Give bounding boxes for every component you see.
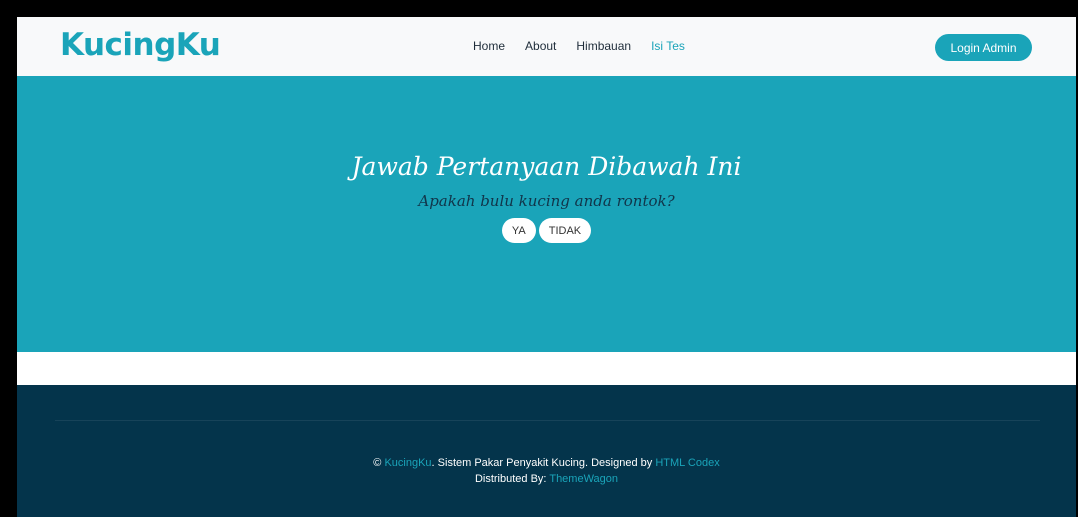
page-frame: KucingKu Home About Himbauan Isi Tes Log… [17, 17, 1076, 517]
designer-link[interactable]: HTML Codex [655, 457, 719, 469]
footer-line-1: © KucingKu. Sistem Pakar Penyakit Kucing… [17, 455, 1076, 471]
footer-divider [55, 420, 1040, 421]
navbar: KucingKu Home About Himbauan Isi Tes Log… [17, 17, 1076, 76]
nav-link-home[interactable]: Home [473, 39, 505, 53]
footer-credits: © KucingKu. Sistem Pakar Penyakit Kucing… [17, 455, 1076, 487]
question-hero: Jawab Pertanyaan Dibawah Ini Apakah bulu… [17, 76, 1076, 352]
footer: © KucingKu. Sistem Pakar Penyakit Kucing… [17, 385, 1076, 517]
section-spacer [17, 352, 1076, 385]
distributor-link[interactable]: ThemeWagon [549, 473, 618, 485]
nav-links: Home About Himbauan Isi Tes [473, 39, 705, 53]
copyright-symbol: © [373, 457, 382, 469]
answer-buttons: YA TIDAK [17, 218, 1076, 243]
question-text: Apakah bulu kucing anda rontok? [418, 192, 675, 210]
footer-brand-link[interactable]: KucingKu [384, 457, 431, 469]
nav-link-isi-tes[interactable]: Isi Tes [651, 39, 685, 53]
nav-link-himbauan[interactable]: Himbauan [576, 39, 631, 53]
yes-button[interactable]: YA [501, 218, 536, 243]
nav-link-about[interactable]: About [525, 39, 556, 53]
page-title: Jawab Pertanyaan Dibawah Ini [351, 152, 742, 181]
footer-line1-text: . Sistem Pakar Penyakit Kucing. Designed… [431, 457, 656, 469]
brand-logo[interactable]: KucingKu [60, 27, 221, 63]
distributed-label: Distributed By: [474, 473, 550, 485]
login-admin-button[interactable]: Login Admin [935, 34, 1032, 61]
no-button[interactable]: TIDAK [538, 218, 592, 243]
footer-line-2: Distributed By: ThemeWagon [17, 471, 1076, 487]
